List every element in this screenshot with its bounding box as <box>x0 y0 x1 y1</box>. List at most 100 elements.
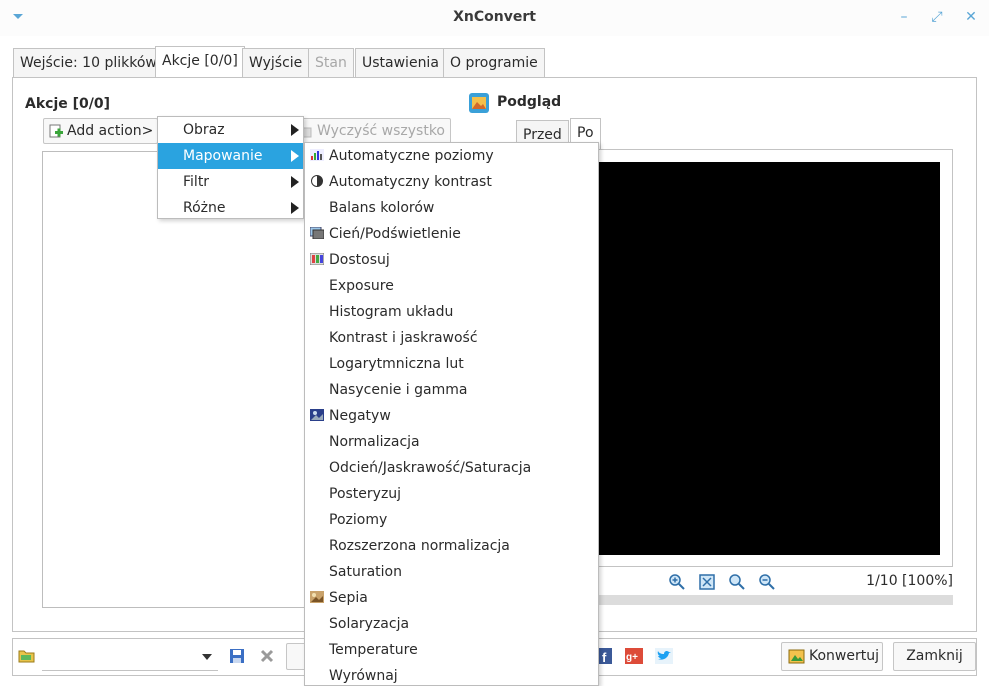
menu-item-posterize[interactable]: Posteryzuj <box>305 481 598 507</box>
menu-item-misc[interactable]: Różne <box>158 195 303 221</box>
menu-item-negative[interactable]: Negatyw <box>305 403 598 429</box>
menu-item-extended-normalize[interactable]: Rozszerzona normalizacja <box>305 533 598 559</box>
svg-text:g+: g+ <box>626 652 638 663</box>
close-button[interactable]: Zamknij <box>893 642 976 671</box>
tab-input[interactable]: Wejście: 10 plikków <box>13 48 164 78</box>
menu-item-label: Saturation <box>329 564 402 580</box>
menu-item-label: Dostosuj <box>329 252 390 268</box>
mapping-submenu: Automatyczne poziomy Automatyczny kontra… <box>304 142 599 686</box>
actions-heading: Akcje [0/0] <box>25 96 111 112</box>
menu-item-saturation[interactable]: Saturation <box>305 559 598 585</box>
menu-item-temperature[interactable]: Temperature <box>305 637 598 663</box>
submenu-arrow-icon <box>291 150 299 162</box>
submenu-arrow-icon <box>291 176 299 188</box>
zoom-out-icon[interactable] <box>758 573 776 591</box>
window-title: XnConvert <box>453 9 536 25</box>
convert-icon <box>788 649 805 664</box>
menu-item-solarize[interactable]: Solaryzacja <box>305 611 598 637</box>
menu-item-image[interactable]: Obraz <box>158 117 303 143</box>
clear-all-button: Wyczyść wszystko <box>290 118 451 144</box>
menu-item-shadow-highlight[interactable]: Cień/Podświetlenie <box>305 221 598 247</box>
action-menu: Obraz Mapowanie Filtr Różne <box>157 116 304 219</box>
add-action-button[interactable]: Add action> <box>43 118 158 144</box>
menu-item-label: Nasycenie i gamma <box>329 382 468 398</box>
submenu-arrow-icon <box>291 124 299 136</box>
menu-item-label: Cień/Podświetlenie <box>329 226 461 242</box>
menu-item-label: Mapowanie <box>183 148 263 164</box>
submenu-arrow-icon <box>291 202 299 214</box>
menu-item-label: Logarytmniczna lut <box>329 356 464 372</box>
auto-levels-icon <box>310 149 324 161</box>
menu-item-label: Temperature <box>329 642 418 658</box>
menu-item-label: Posteryzuj <box>329 486 402 502</box>
preview-icon <box>469 93 489 113</box>
menu-item-hue-lightness-saturation[interactable]: Odcień/Jaskrawość/Saturacja <box>305 455 598 481</box>
chevron-down-icon <box>202 654 212 660</box>
menu-item-saturation-gamma[interactable]: Nasycenie i gamma <box>305 377 598 403</box>
sepia-icon <box>310 591 324 603</box>
menu-item-label: Wyrównaj <box>329 668 398 684</box>
menu-item-mapping[interactable]: Mapowanie <box>158 143 303 169</box>
menu-item-label: Automatyczne poziomy <box>329 148 494 164</box>
preview-heading: Podgląd <box>497 94 562 110</box>
menu-item-normalize[interactable]: Normalizacja <box>305 429 598 455</box>
preview-scrollbar[interactable] <box>596 595 953 605</box>
close-window-icon[interactable]: ✕ <box>962 8 980 26</box>
google-plus-icon[interactable]: g+ <box>625 648 643 664</box>
menu-item-auto-levels[interactable]: Automatyczne poziomy <box>305 143 598 169</box>
menu-item-label: Normalizacja <box>329 434 420 450</box>
adjust-icon <box>310 253 324 265</box>
zoom-in-icon[interactable] <box>668 573 686 591</box>
save-icon[interactable] <box>229 648 245 664</box>
preset-select[interactable] <box>42 644 218 671</box>
menu-item-auto-contrast[interactable]: Automatyczny kontrast <box>305 169 598 195</box>
menu-item-label: Solaryzacja <box>329 616 410 632</box>
negative-icon <box>310 409 324 421</box>
menu-item-equalize[interactable]: Wyrównaj <box>305 663 598 685</box>
export-button[interactable] <box>286 643 306 670</box>
preview-page-info: 1/10 [100%] <box>866 573 953 589</box>
menu-item-label: Różne <box>183 200 226 216</box>
auto-contrast-icon <box>311 175 323 187</box>
convert-label: Konwertuj <box>809 648 879 664</box>
twitter-icon[interactable] <box>655 648 673 664</box>
shadow-highlight-icon <box>310 227 324 239</box>
zoom-actual-icon[interactable] <box>728 573 746 591</box>
minimize-icon[interactable]: – <box>895 8 913 26</box>
menu-item-label: Automatyczny kontrast <box>329 174 492 190</box>
menu-item-contrast-brightness[interactable]: Kontrast i jaskrawość <box>305 325 598 351</box>
menu-item-log-lut[interactable]: Logarytmniczna lut <box>305 351 598 377</box>
menu-item-adjust[interactable]: Dostosuj <box>305 247 598 273</box>
add-action-label: Add action> <box>67 123 154 139</box>
fit-window-icon[interactable] <box>698 573 716 591</box>
menu-item-label: Rozszerzona normalizacja <box>329 538 510 554</box>
menu-item-label: Poziomy <box>329 512 388 528</box>
add-action-icon <box>49 124 63 138</box>
tab-about[interactable]: O programie <box>443 48 545 78</box>
menu-item-label: Obraz <box>183 122 225 138</box>
delete-icon[interactable] <box>259 648 275 664</box>
maximize-icon[interactable]: ⤢ <box>928 8 946 26</box>
menu-item-label: Odcień/Jaskrawość/Saturacja <box>329 460 532 476</box>
menu-item-label: Balans kolorów <box>329 200 435 216</box>
menu-item-levels[interactable]: Poziomy <box>305 507 598 533</box>
menu-item-label: Negatyw <box>329 408 391 424</box>
convert-button[interactable]: Konwertuj <box>781 642 883 671</box>
menu-item-filter[interactable]: Filtr <box>158 169 303 195</box>
tab-status: Stan <box>308 48 354 78</box>
menu-item-color-balance[interactable]: Balans kolorów <box>305 195 598 221</box>
tab-actions[interactable]: Akcje [0/0] <box>155 46 245 77</box>
open-folder-icon[interactable] <box>18 648 36 664</box>
tab-settings[interactable]: Ustawienia <box>355 48 446 78</box>
menu-item-sepia[interactable]: Sepia <box>305 585 598 611</box>
menu-item-label: Filtr <box>183 174 210 190</box>
tab-output[interactable]: Wyjście <box>242 48 310 78</box>
menu-item-histogram[interactable]: Histogram układu <box>305 299 598 325</box>
svg-text:f: f <box>602 650 607 664</box>
menu-item-label: Exposure <box>329 278 394 294</box>
menu-item-label: Sepia <box>329 590 368 606</box>
menu-item-label: Histogram układu <box>329 304 454 320</box>
menu-item-label: Kontrast i jaskrawość <box>329 330 478 346</box>
menu-item-exposure[interactable]: Exposure <box>305 273 598 299</box>
clear-all-label: Wyczyść wszystko <box>317 123 445 139</box>
